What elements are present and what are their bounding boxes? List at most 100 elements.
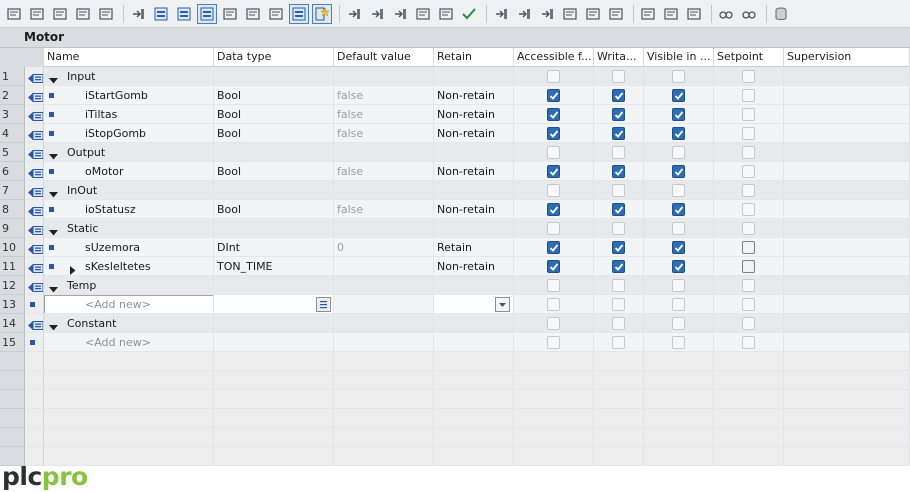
accessible-checkbox[interactable]	[547, 317, 560, 330]
bookmark-next-icon[interactable]	[661, 4, 681, 24]
accessible-checkbox[interactable]	[547, 89, 560, 102]
retain-cell[interactable]	[434, 219, 514, 238]
retain-cell[interactable]: Non-retain	[434, 105, 514, 124]
column-header-setpoint[interactable]: Setpoint	[714, 48, 784, 67]
default-value-cell[interactable]: false	[334, 124, 434, 143]
accessible-checkbox[interactable]	[547, 165, 560, 178]
name-cell[interactable]: Input	[44, 67, 214, 86]
data-type-cell[interactable]: Bool	[214, 162, 334, 181]
default-value-cell[interactable]: 0	[334, 238, 434, 257]
setpoint-checkbox[interactable]	[742, 70, 755, 83]
supervision-cell[interactable]	[784, 314, 910, 333]
retain-cell[interactable]: Retain	[434, 238, 514, 257]
writable-checkbox[interactable]	[612, 222, 625, 235]
default-value-cell[interactable]: false	[334, 86, 434, 105]
setpoint-checkbox[interactable]	[742, 165, 755, 178]
name-cell[interactable]: ioStatusz	[44, 200, 214, 219]
default-value-cell[interactable]: false	[334, 200, 434, 219]
accessible-checkbox[interactable]	[547, 260, 560, 273]
expand-all-icon[interactable]	[151, 4, 171, 24]
supervision-cell[interactable]	[784, 200, 910, 219]
indent-right-icon[interactable]	[514, 4, 534, 24]
writable-checkbox[interactable]	[612, 203, 625, 216]
writable-checkbox[interactable]	[612, 260, 625, 273]
supervision-cell[interactable]	[784, 124, 910, 143]
default-value-cell[interactable]	[334, 333, 434, 352]
visible-checkbox[interactable]	[672, 222, 685, 235]
visible-checkbox[interactable]	[672, 260, 685, 273]
setpoint-checkbox[interactable]	[742, 317, 755, 330]
jump-left-icon[interactable]	[491, 4, 511, 24]
writable-checkbox[interactable]	[612, 336, 625, 349]
name-cell[interactable]: InOut	[44, 181, 214, 200]
writable-checkbox[interactable]	[612, 70, 625, 83]
visible-checkbox[interactable]	[672, 127, 685, 140]
setpoint-checkbox[interactable]	[742, 260, 755, 273]
data-type-cell[interactable]	[214, 67, 334, 86]
data-type-cell[interactable]: Bool	[214, 200, 334, 219]
accessible-checkbox[interactable]	[547, 241, 560, 254]
accessible-checkbox[interactable]	[547, 336, 560, 349]
data-type-cell[interactable]: Bool	[214, 105, 334, 124]
writable-checkbox[interactable]	[612, 184, 625, 197]
accessible-checkbox[interactable]	[547, 279, 560, 292]
accessible-checkbox[interactable]	[547, 222, 560, 235]
data-type-cell[interactable]	[214, 143, 334, 162]
default-value-cell[interactable]	[334, 276, 434, 295]
retain-cell[interactable]	[434, 314, 514, 333]
collapse-triangle-icon[interactable]	[49, 186, 58, 198]
visible-checkbox[interactable]	[672, 70, 685, 83]
retain-cell[interactable]	[434, 333, 514, 352]
accessible-checkbox[interactable]	[547, 127, 560, 140]
column-header-accessible-f[interactable]: Accessible f...	[514, 48, 594, 67]
indent-icon[interactable]	[128, 4, 148, 24]
setpoint-checkbox[interactable]	[742, 241, 755, 254]
check-icon[interactable]	[459, 4, 479, 24]
watch-icon[interactable]	[716, 4, 736, 24]
data-type-cell[interactable]	[214, 219, 334, 238]
setpoint-checkbox[interactable]	[742, 146, 755, 159]
indent-left-icon[interactable]	[537, 4, 557, 24]
retain-cell[interactable]: Non-retain	[434, 86, 514, 105]
default-value-cell[interactable]: false	[334, 105, 434, 124]
data-type-cell[interactable]: Bool	[214, 124, 334, 143]
visible-checkbox[interactable]	[672, 336, 685, 349]
visible-checkbox[interactable]	[672, 279, 685, 292]
column-header-data-type[interactable]: Data type	[214, 48, 334, 67]
data-type-cell[interactable]	[214, 295, 334, 314]
name-cell[interactable]: sUzemora	[44, 238, 214, 257]
align-icon[interactable]	[583, 4, 603, 24]
retain-cell[interactable]: Non-retain	[434, 124, 514, 143]
accessible-checkbox[interactable]	[547, 203, 560, 216]
default-value-cell[interactable]	[334, 181, 434, 200]
expand-triangle-icon[interactable]	[68, 262, 77, 275]
data-type-cell[interactable]	[214, 181, 334, 200]
default-value-cell[interactable]	[334, 257, 434, 276]
accessible-checkbox[interactable]	[547, 70, 560, 83]
column-header-visible-in[interactable]: Visible in ...	[644, 48, 714, 67]
setpoint-checkbox[interactable]	[742, 127, 755, 140]
setpoint-checkbox[interactable]	[742, 279, 755, 292]
writable-checkbox[interactable]	[612, 298, 625, 311]
retain-dropdown-button[interactable]	[495, 297, 510, 312]
retain-cell[interactable]: Non-retain	[434, 257, 514, 276]
jump-icon[interactable]	[344, 4, 364, 24]
name-cell[interactable]: iStopGomb	[44, 124, 214, 143]
supervision-cell[interactable]	[784, 105, 910, 124]
accessible-checkbox[interactable]	[547, 298, 560, 311]
visible-checkbox[interactable]	[672, 89, 685, 102]
jump-back-icon[interactable]	[367, 4, 387, 24]
writable-checkbox[interactable]	[612, 279, 625, 292]
glasses-icon[interactable]	[739, 4, 759, 24]
visible-checkbox[interactable]	[672, 108, 685, 121]
name-cell[interactable]: <Add new>	[44, 295, 214, 314]
accessible-checkbox[interactable]	[547, 108, 560, 121]
retain-cell[interactable]	[434, 143, 514, 162]
setpoint-checkbox[interactable]	[742, 222, 755, 235]
add-row-icon[interactable]	[73, 4, 93, 24]
supervision-cell[interactable]	[784, 162, 910, 181]
supervision-cell[interactable]	[784, 333, 910, 352]
visible-checkbox[interactable]	[672, 165, 685, 178]
data-type-cell[interactable]: Bool	[214, 86, 334, 105]
setpoint-checkbox[interactable]	[742, 89, 755, 102]
